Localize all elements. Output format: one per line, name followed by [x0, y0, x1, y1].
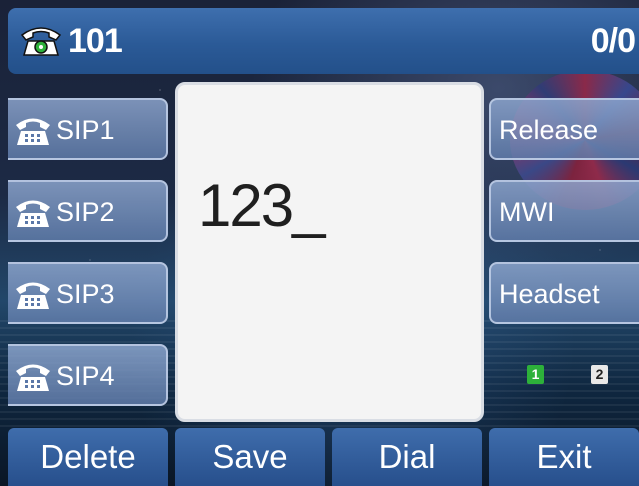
line-key-sip3[interactable]: SIP3	[8, 262, 168, 324]
telephone-icon	[20, 27, 62, 56]
line-key-sip1[interactable]: SIP1	[8, 98, 168, 160]
headset-label: Headset	[499, 279, 600, 309]
telephone-icon	[16, 364, 50, 391]
account-indicator-1: 1	[527, 365, 544, 384]
headset-button[interactable]: Headset	[489, 262, 639, 324]
telephone-icon	[16, 282, 50, 309]
telephone-icon	[16, 118, 50, 145]
exit-softkey[interactable]: Exit	[489, 428, 639, 486]
line-key-sip4[interactable]: SIP4	[8, 344, 168, 406]
telephone-icon	[16, 200, 50, 227]
line-key-label: SIP4	[56, 361, 115, 391]
line-key-label: SIP1	[56, 115, 115, 145]
account-indicator-2: 2	[591, 365, 608, 384]
mwi-button[interactable]: MWI	[489, 180, 639, 242]
line-key-label: SIP2	[56, 197, 115, 227]
phone-screen: 101 0/0 SIP1 SIP2 SIP3 SIP4 Release MWI …	[0, 0, 639, 486]
release-label: Release	[499, 115, 599, 145]
account-title: 101	[68, 22, 123, 60]
delete-softkey[interactable]: Delete	[8, 428, 168, 486]
softkey-bar: Delete Save Dial Exit	[8, 428, 639, 486]
release-button[interactable]: Release	[489, 98, 639, 160]
mwi-label: MWI	[499, 197, 555, 227]
status-bar: 101 0/0	[8, 8, 639, 74]
line-key-sip2[interactable]: SIP2	[8, 180, 168, 242]
save-softkey[interactable]: Save	[175, 428, 325, 486]
dial-number-input[interactable]: 123_	[198, 171, 325, 240]
line-key-label: SIP3	[56, 279, 115, 309]
dial-softkey[interactable]: Dial	[332, 428, 482, 486]
dial-input-panel[interactable]: 123_	[175, 82, 484, 422]
missed-call-count: 0/0	[590, 22, 636, 60]
